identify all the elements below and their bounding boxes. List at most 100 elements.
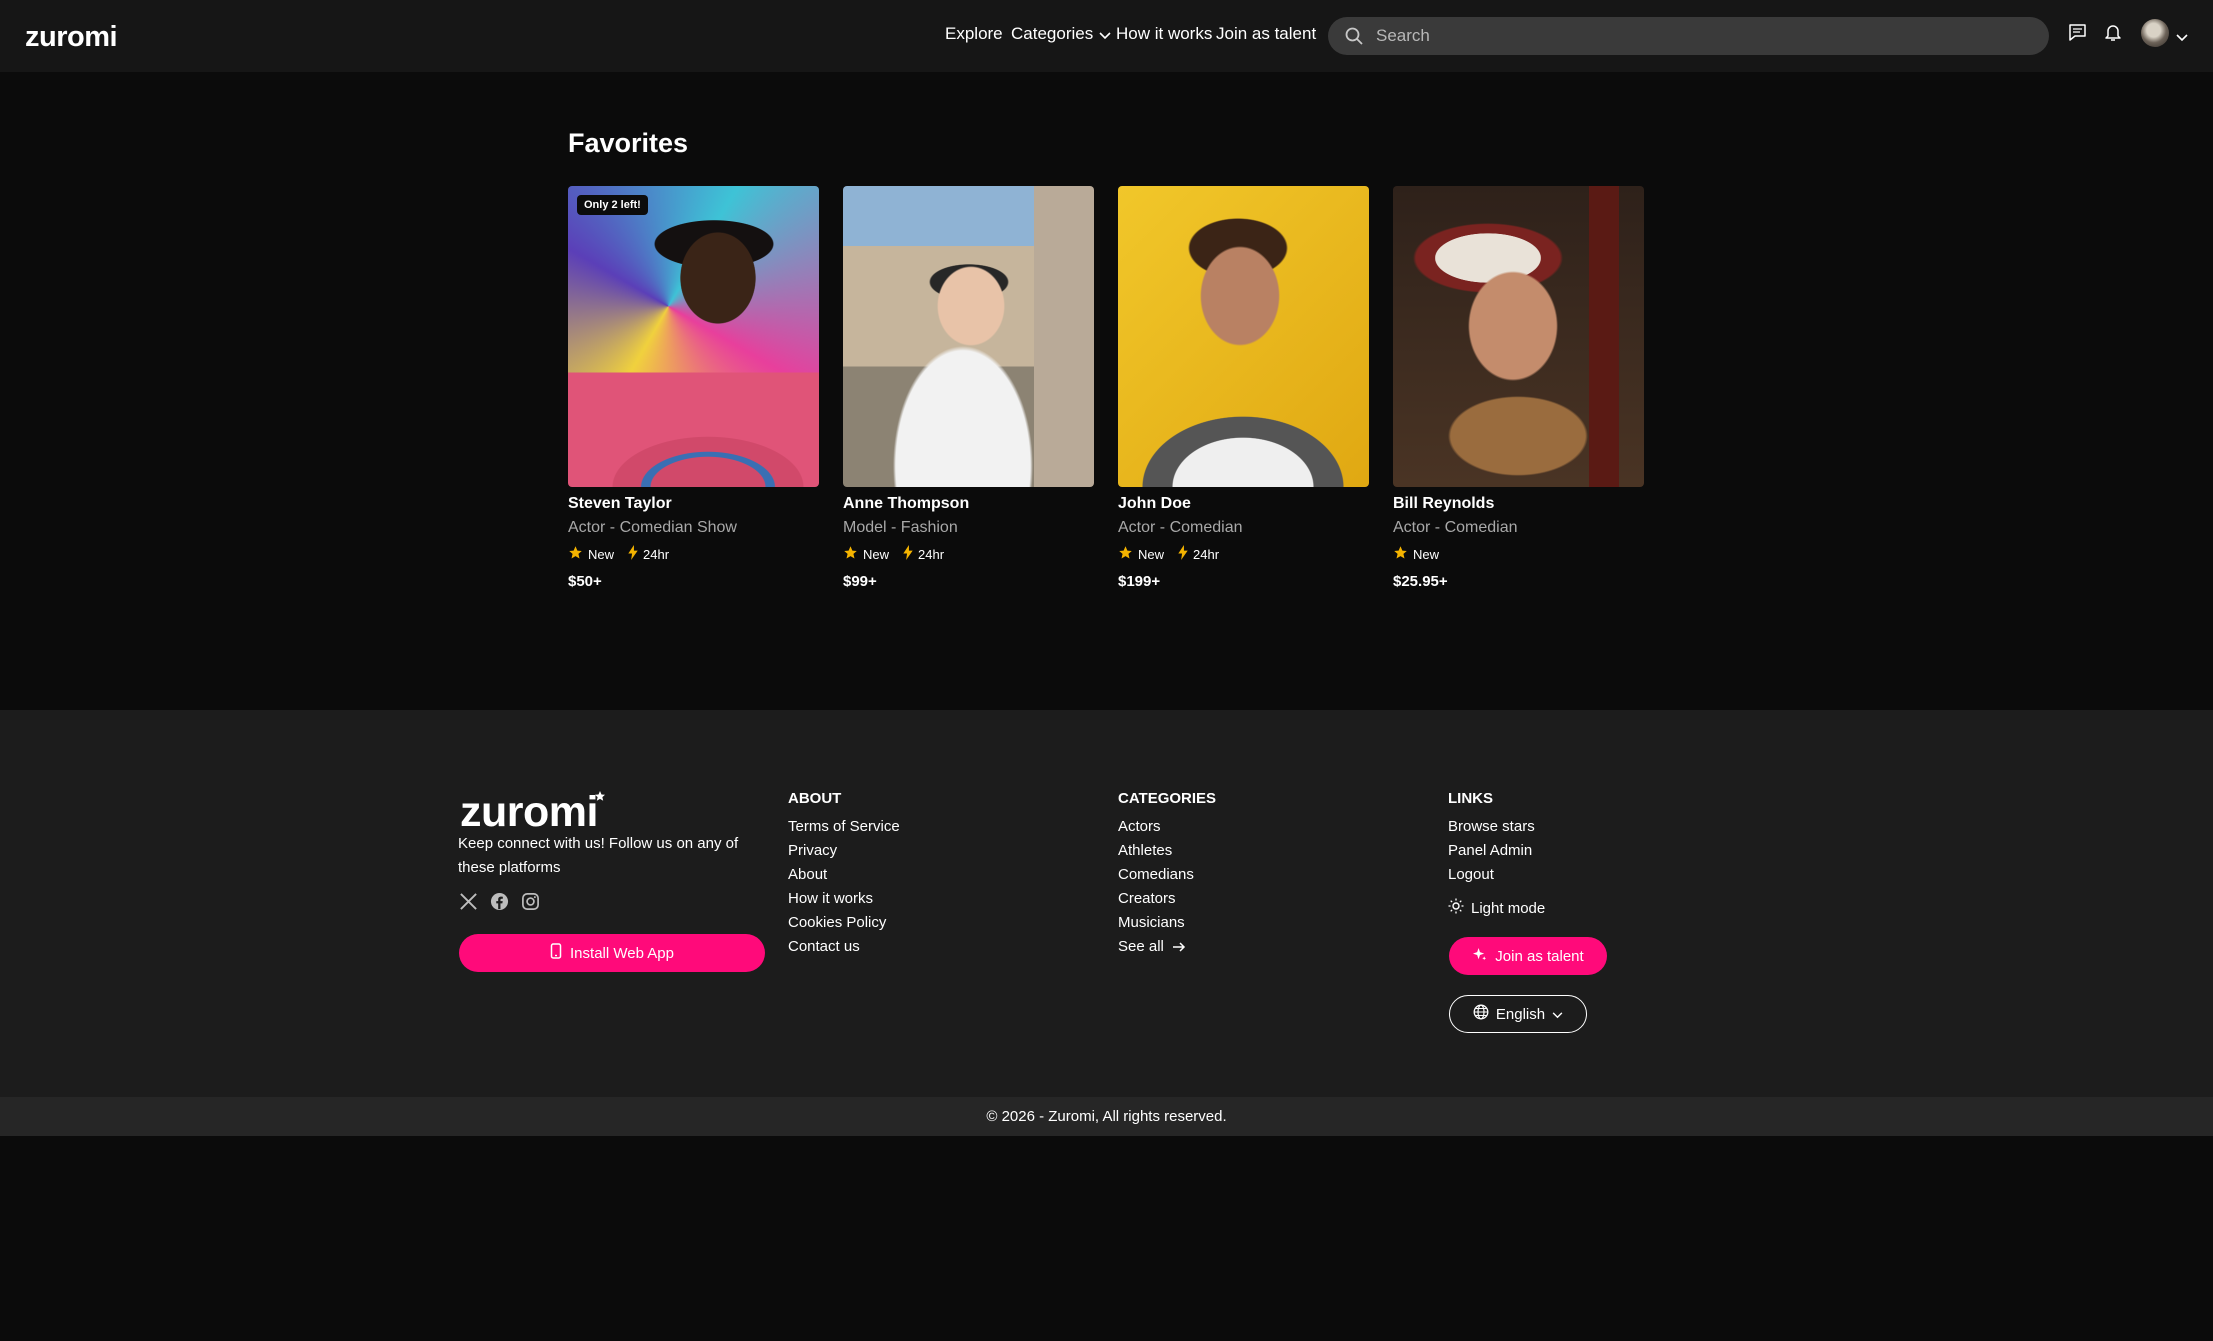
link-creators[interactable]: Creators (1118, 890, 1194, 914)
categories-links: Actors Athletes Comedians Creators Music… (1118, 818, 1194, 962)
link-cookies-policy[interactable]: Cookies Policy (788, 914, 900, 938)
language-label: English (1495, 1005, 1546, 1023)
talent-photo[interactable]: Only 2 left! (568, 186, 819, 487)
link-actors[interactable]: Actors (1118, 818, 1194, 842)
new-label: New (1138, 546, 1165, 562)
chevron-down-icon[interactable] (2176, 29, 2188, 47)
about-links: Terms of Service Privacy About How it wo… (788, 818, 900, 962)
search-bar[interactable] (1328, 17, 2049, 55)
categories-heading: CATEGORIES (1118, 790, 1217, 807)
talent-price: $50+ (568, 573, 602, 590)
new-label: New (588, 546, 615, 562)
talent-card[interactable]: Anne Thompson Model - Fashion New 24hr $… (843, 186, 1094, 590)
links-heading: LINKS (1448, 790, 1493, 807)
new-label: New (863, 546, 890, 562)
nav-categories-label: Categories (1011, 24, 1094, 43)
talent-name[interactable]: John Doe (1118, 495, 1369, 513)
logo[interactable]: zuromi (25, 21, 118, 54)
talent-price: $199+ (1118, 573, 1161, 590)
talent-card[interactable]: John Doe Actor - Comedian New 24hr $199+ (1118, 186, 1369, 590)
search-input[interactable] (1376, 17, 2026, 55)
talent-name[interactable]: Steven Taylor (568, 495, 819, 513)
fast-delivery-label: 24hr (643, 546, 670, 562)
talent-role: Actor - Comedian (1393, 519, 1518, 536)
page-title: Favorites (568, 128, 689, 158)
link-comedians[interactable]: Comedians (1118, 866, 1194, 890)
lightning-icon (1178, 545, 1188, 563)
footer-logo[interactable]: zuromi (460, 788, 598, 837)
link-athletes[interactable]: Athletes (1118, 842, 1194, 866)
fast-delivery-label: 24hr (918, 546, 945, 562)
nav-how-it-works[interactable]: How it works (1116, 24, 1212, 44)
avatar[interactable] (2141, 19, 2169, 47)
globe-icon (1473, 1004, 1489, 1024)
join-as-talent-button[interactable]: Join as talent (1449, 937, 1607, 975)
language-selector[interactable]: English (1449, 995, 1587, 1033)
search-icon (1344, 26, 1364, 51)
join-as-talent-label: Join as talent (1495, 947, 1584, 965)
nav-join-as-talent[interactable]: Join as talent (1216, 24, 1316, 44)
link-musicians[interactable]: Musicians (1118, 914, 1194, 938)
talent-role: Actor - Comedian (1118, 519, 1243, 536)
light-mode-toggle[interactable]: Light mode (1448, 898, 1545, 918)
link-logout[interactable]: Logout (1448, 866, 1535, 890)
links-list: Browse stars Panel Admin Logout (1448, 818, 1535, 890)
lightning-icon (628, 545, 638, 563)
link-browse-stars[interactable]: Browse stars (1448, 818, 1535, 842)
talent-meta: New 24hr (1118, 545, 1369, 563)
talent-name[interactable]: Anne Thompson (843, 495, 1094, 513)
talent-photo[interactable] (1118, 186, 1369, 487)
x-twitter-icon[interactable] (459, 892, 478, 916)
star-icon (1393, 545, 1408, 563)
star-icon (843, 545, 858, 563)
link-see-all[interactable]: See all (1118, 938, 1194, 962)
link-privacy[interactable]: Privacy (788, 842, 900, 866)
sun-icon (1448, 898, 1464, 918)
star-icon (594, 789, 606, 807)
fast-delivery-label: 24hr (1193, 546, 1220, 562)
talent-role: Actor - Comedian Show (568, 519, 737, 536)
talent-price: $25.95+ (1393, 573, 1448, 590)
footer-tagline: Keep connect with us! Follow us on any o… (458, 835, 739, 876)
talent-photo[interactable] (843, 186, 1094, 487)
link-how-it-works[interactable]: How it works (788, 890, 900, 914)
nav-explore[interactable]: Explore (945, 24, 1003, 44)
phone-icon (550, 943, 562, 963)
talent-card[interactable]: Bill Reynolds Actor - Comedian New $25.9… (1393, 186, 1644, 590)
talent-name[interactable]: Bill Reynolds (1393, 495, 1644, 513)
talent-card[interactable]: Only 2 left! Steven Taylor Actor - Comed… (568, 186, 819, 590)
facebook-icon[interactable] (490, 892, 509, 916)
link-contact-us[interactable]: Contact us (788, 938, 900, 962)
about-heading: ABOUT (788, 790, 842, 807)
top-navbar: zuromi Explore Categories How it works J… (0, 0, 2213, 72)
chevron-down-icon (1552, 1006, 1563, 1023)
footer: zuromi Keep connect with us! Follow us o… (0, 710, 2213, 1097)
light-mode-label: Light mode (1471, 899, 1546, 917)
lightning-icon (903, 545, 913, 563)
talent-photo[interactable] (1393, 186, 1644, 487)
chevron-down-icon (1099, 25, 1111, 45)
talent-meta: New 24hr (568, 545, 819, 563)
availability-badge: Only 2 left! (577, 195, 648, 215)
see-all-label: See all (1118, 938, 1164, 955)
sparkle-icon (1472, 947, 1487, 966)
arrow-right-icon (1168, 938, 1186, 955)
copyright-bar: © 2026 - Zuromi, All rights reserved. (0, 1097, 2213, 1136)
install-web-app-label: Install Web App (570, 944, 674, 962)
link-about[interactable]: About (788, 866, 900, 890)
star-icon (1118, 545, 1133, 563)
star-icon (568, 545, 583, 563)
bell-icon[interactable] (2104, 23, 2122, 47)
talent-price: $99+ (843, 573, 877, 590)
new-label: New (1413, 546, 1440, 562)
copyright-text: © 2026 - Zuromi, All rights reserved. (986, 1108, 1227, 1125)
talent-meta: New (1393, 545, 1644, 563)
talent-meta: New 24hr (843, 545, 1094, 563)
instagram-icon[interactable] (521, 892, 540, 916)
talent-role: Model - Fashion (843, 519, 958, 536)
link-terms-of-service[interactable]: Terms of Service (788, 818, 900, 842)
install-web-app-button[interactable]: Install Web App (459, 934, 765, 972)
link-panel-admin[interactable]: Panel Admin (1448, 842, 1535, 866)
message-icon[interactable] (2068, 23, 2087, 47)
nav-categories[interactable]: Categories (1011, 24, 1111, 45)
